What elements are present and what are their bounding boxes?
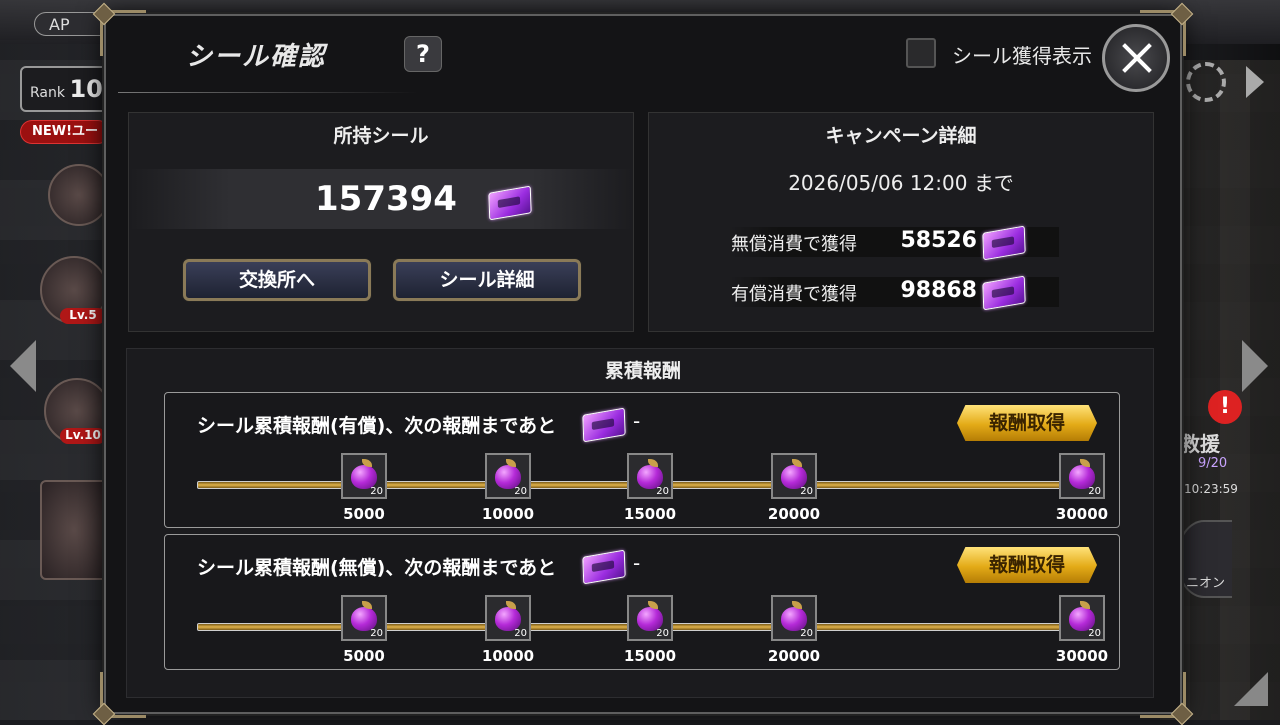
reward-track-row: シール累積報酬(無償)、次の報酬まであと - 報酬取得 20 5000 20 10000 20… bbox=[164, 534, 1120, 670]
reward-item-node[interactable]: 20 bbox=[627, 453, 673, 499]
help-button[interactable]: ? bbox=[404, 36, 442, 72]
paid-consumption-label: 有償消費で獲得 bbox=[731, 284, 857, 305]
free-consumption-label: 無償消費で獲得 bbox=[731, 234, 857, 255]
reward-item-quantity: 20 bbox=[1088, 628, 1101, 639]
reward-item-node[interactable]: 20 bbox=[1059, 595, 1105, 641]
paid-consumption-value: 98868 bbox=[900, 278, 977, 303]
owned-seals-title: 所持シール bbox=[333, 125, 429, 147]
milestone-threshold: 20000 bbox=[767, 647, 821, 665]
rescue-label[interactable]: 救援 bbox=[1180, 428, 1220, 457]
seal-confirm-dialog: シール確認 ? シール獲得表示 所持シール 157394 交換所へ シール詳細 … bbox=[92, 2, 1194, 725]
reward-item-node[interactable]: 20 bbox=[341, 595, 387, 641]
new-user-badge[interactable]: NEW!ユー bbox=[20, 120, 110, 144]
reward-row-label: シール累積報酬(無償)、次の報酬まであと bbox=[197, 557, 557, 579]
seal-detail-button[interactable]: シール詳細 bbox=[393, 259, 581, 301]
dialog-title: シール確認 bbox=[186, 42, 327, 72]
campaign-side-icon[interactable] bbox=[48, 164, 110, 226]
reward-row-label: シール累積報酬(有償)、次の報酬まであと bbox=[197, 415, 557, 437]
milestone-threshold: 30000 bbox=[1055, 647, 1109, 665]
seal-ticket-icon bbox=[982, 275, 1026, 311]
milestone-threshold: 30000 bbox=[1055, 505, 1109, 523]
paid-consumption-row: 有償消費で獲得 98868 bbox=[729, 275, 1059, 311]
reward-item-node[interactable]: 20 bbox=[1059, 453, 1105, 499]
campaign-period: 2026/05/06 12:00 まで bbox=[788, 171, 1014, 195]
rank-label: Rank bbox=[30, 85, 65, 101]
shop-side-icon[interactable] bbox=[40, 480, 108, 580]
page-right-arrow-icon[interactable] bbox=[1242, 340, 1268, 392]
milestone-threshold: 10000 bbox=[481, 647, 535, 665]
free-consumption-value: 58526 bbox=[900, 228, 977, 253]
reward-item-node[interactable]: 20 bbox=[485, 453, 531, 499]
campaign-detail-panel: キャンペーン詳細 2026/05/06 12:00 まで 無償消費で獲得 585… bbox=[648, 112, 1154, 332]
close-button[interactable] bbox=[1102, 24, 1170, 92]
free-consumption-row: 無償消費で獲得 58526 bbox=[729, 225, 1059, 261]
campaign-detail-title: キャンペーン詳細 bbox=[825, 125, 977, 147]
rescue-count: 9/20 bbox=[1198, 456, 1228, 471]
event-level-tag: Lv.5 bbox=[60, 308, 106, 324]
rank-value: 10 bbox=[69, 75, 103, 103]
cumulative-rewards-title: 累積報酬 bbox=[604, 360, 681, 382]
milestone-threshold: 5000 bbox=[343, 647, 385, 665]
rank-box[interactable]: Rank 10 bbox=[20, 66, 110, 112]
show-acquired-label[interactable]: シール獲得表示 bbox=[952, 40, 1092, 69]
gear-icon[interactable] bbox=[1186, 62, 1226, 102]
seal-ticket-icon bbox=[982, 225, 1026, 261]
reward-item-quantity: 20 bbox=[514, 628, 527, 639]
play-icon[interactable] bbox=[1246, 66, 1264, 98]
reward-item-quantity: 20 bbox=[370, 628, 383, 639]
claim-reward-button[interactable]: 報酬取得 bbox=[957, 405, 1097, 441]
reward-item-quantity: 20 bbox=[656, 486, 669, 497]
reward-item-quantity: 20 bbox=[514, 486, 527, 497]
reward-track-row: シール累積報酬(有償)、次の報酬まであと - 報酬取得 20 5000 20 10000 20… bbox=[164, 392, 1120, 528]
reward-item-node[interactable]: 20 bbox=[771, 453, 817, 499]
battle-pass-level-tag: Lv.10 bbox=[60, 428, 106, 444]
reward-remaining: - bbox=[633, 409, 641, 433]
title-divider bbox=[118, 92, 418, 93]
alert-icon: ! bbox=[1208, 390, 1242, 424]
reward-item-node[interactable]: 20 bbox=[485, 595, 531, 641]
reward-item-quantity: 20 bbox=[370, 486, 383, 497]
milestone-threshold: 5000 bbox=[343, 505, 385, 523]
rescue-timer: 10:23:59 bbox=[1184, 482, 1238, 496]
reward-remaining: - bbox=[633, 551, 641, 575]
corner-menu-icon[interactable] bbox=[1234, 672, 1268, 706]
seal-ticket-icon bbox=[582, 549, 626, 585]
milestone-threshold: 15000 bbox=[623, 647, 677, 665]
seal-ticket-icon bbox=[582, 407, 626, 443]
reward-item-quantity: 20 bbox=[800, 486, 813, 497]
show-acquired-checkbox[interactable] bbox=[906, 38, 936, 68]
owned-seals-panel: 所持シール 157394 交換所へ シール詳細 bbox=[128, 112, 634, 332]
milestone-threshold: 10000 bbox=[481, 505, 535, 523]
reward-item-node[interactable]: 20 bbox=[771, 595, 817, 641]
exchange-shop-button[interactable]: 交換所へ bbox=[183, 259, 371, 301]
milestone-threshold: 20000 bbox=[767, 505, 821, 523]
reward-item-quantity: 20 bbox=[656, 628, 669, 639]
page-left-arrow-icon[interactable] bbox=[10, 340, 36, 392]
reward-item-node[interactable]: 20 bbox=[627, 595, 673, 641]
reward-item-quantity: 20 bbox=[1088, 486, 1101, 497]
milestone-threshold: 15000 bbox=[623, 505, 677, 523]
reward-item-quantity: 20 bbox=[800, 628, 813, 639]
owned-seals-value: 157394 bbox=[315, 179, 457, 219]
claim-reward-button[interactable]: 報酬取得 bbox=[957, 547, 1097, 583]
union-label: ニオン bbox=[1186, 576, 1226, 591]
reward-item-node[interactable]: 20 bbox=[341, 453, 387, 499]
